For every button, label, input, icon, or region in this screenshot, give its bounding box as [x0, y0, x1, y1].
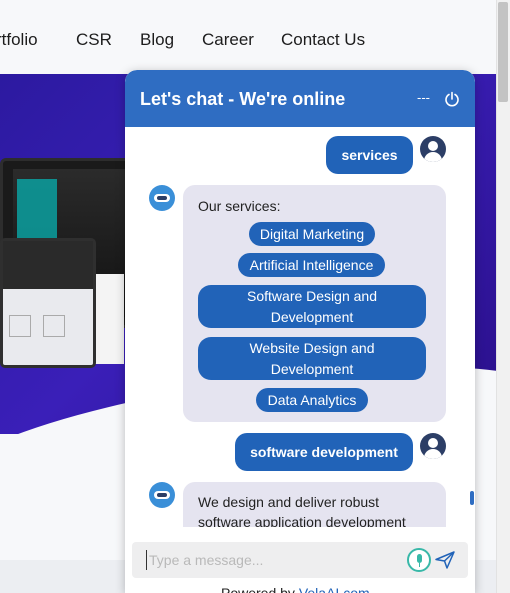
powered-by: Powered by VelaAI.com	[221, 585, 370, 593]
minimize-button[interactable]: ---	[417, 90, 430, 105]
hero-laptop-image	[0, 238, 96, 368]
powered-by-label: Powered by	[221, 585, 295, 593]
top-navigation: rtfolio CSR Blog Career Contact Us	[0, 0, 496, 78]
chat-messages[interactable]: services Our services: Digital Marketing…	[125, 127, 475, 527]
service-option-website-design[interactable]: Website Design and Development	[198, 337, 426, 380]
service-option-software-design[interactable]: Software Design and Development	[198, 285, 426, 328]
service-option-data-analytics[interactable]: Data Analytics	[256, 388, 368, 412]
service-option-ai[interactable]: Artificial Intelligence	[238, 253, 385, 277]
service-option-digital-marketing[interactable]: Digital Marketing	[249, 222, 375, 246]
chat-input-bar	[132, 542, 468, 578]
user-avatar-icon	[420, 433, 446, 459]
user-message-bubble: services	[326, 136, 413, 174]
chat-widget: Let's chat - We're online --- services O…	[125, 70, 475, 593]
user-avatar-icon	[420, 136, 446, 162]
bot-message-bubble: Our services: Digital Marketing Artifici…	[183, 185, 446, 422]
power-icon[interactable]	[444, 91, 460, 107]
nav-link-career[interactable]: Career	[202, 30, 254, 50]
nav-link-portfolio[interactable]: rtfolio	[0, 30, 38, 50]
page-scrollbar[interactable]	[496, 0, 510, 593]
page-scrollbar-thumb[interactable]	[498, 2, 508, 102]
chat-title: Let's chat - We're online	[140, 89, 346, 109]
message-input[interactable]	[146, 550, 386, 570]
user-message-bubble: software development	[235, 433, 413, 471]
mic-icon[interactable]	[407, 548, 431, 572]
nav-link-contact[interactable]: Contact Us	[281, 30, 365, 50]
bot-icon	[149, 185, 175, 211]
chat-header: Let's chat - We're online ---	[125, 70, 475, 127]
bot-message-text: Our services:	[198, 198, 281, 214]
bot-message-text: We design and deliver robust	[198, 494, 380, 510]
chat-scroll-indicator[interactable]	[470, 491, 474, 505]
bot-message-bubble: We design and deliver robust software ap…	[183, 482, 446, 527]
powered-by-link[interactable]: VelaAI.com	[299, 585, 370, 593]
nav-link-blog[interactable]: Blog	[140, 30, 174, 50]
nav-link-csr[interactable]: CSR	[76, 30, 112, 50]
bot-message-text: software application development	[198, 514, 406, 527]
bot-icon	[149, 482, 175, 508]
send-icon[interactable]	[435, 551, 455, 569]
